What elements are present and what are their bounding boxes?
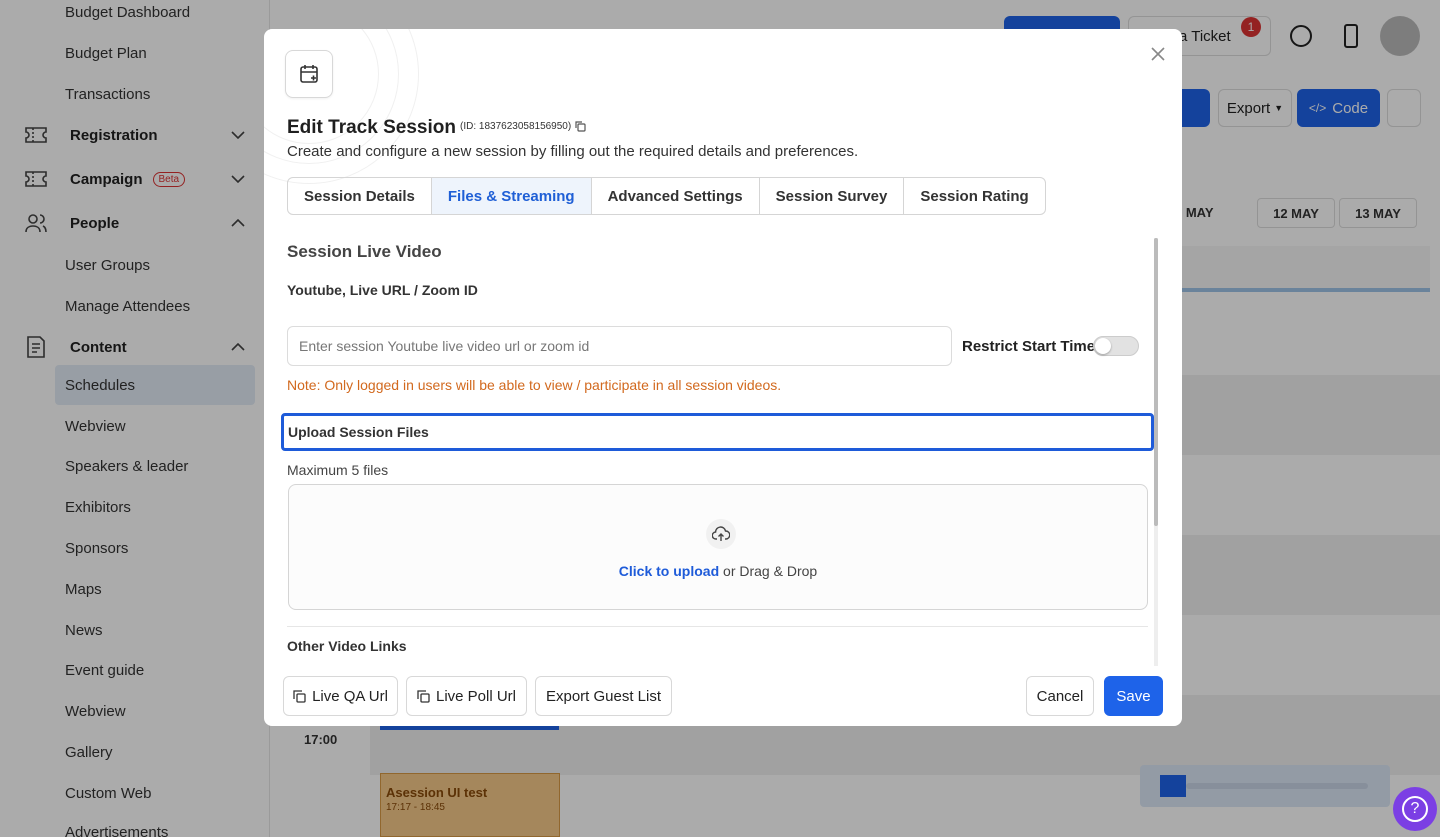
upload-files-label: Upload Session Files bbox=[281, 413, 1154, 451]
restrict-start-time-toggle[interactable] bbox=[1093, 336, 1139, 356]
tab-session-details[interactable]: Session Details bbox=[288, 178, 432, 214]
calendar-plus-icon bbox=[285, 50, 333, 98]
scrollbar-thumb[interactable] bbox=[1154, 238, 1158, 526]
session-id-text: (ID: 1837623058156950) bbox=[460, 121, 572, 132]
section-title: Session Live Video bbox=[287, 242, 442, 261]
modal-subtitle: Create and configure a new session by fi… bbox=[287, 143, 859, 160]
close-icon[interactable] bbox=[1148, 44, 1168, 64]
live-poll-url-label: Live Poll Url bbox=[435, 687, 517, 705]
cloud-upload-icon bbox=[706, 519, 736, 549]
file-dropzone[interactable]: Click to upload or Drag & Drop bbox=[288, 484, 1148, 610]
copy-icon bbox=[293, 689, 306, 703]
drag-drop-text: or Drag & Drop bbox=[719, 563, 818, 579]
save-button[interactable]: Save bbox=[1104, 676, 1163, 716]
session-id: (ID: 1837623058156950) bbox=[460, 121, 586, 132]
live-qa-url-button[interactable]: Live QA Url bbox=[283, 676, 398, 716]
question-icon: ? bbox=[1402, 796, 1428, 822]
other-video-links-label: Other Video Links bbox=[287, 638, 407, 654]
tab-bar: Session Details Files & Streaming Advanc… bbox=[287, 177, 1046, 215]
help-button[interactable]: ? bbox=[1393, 787, 1437, 831]
edit-session-modal: Edit Track Session (ID: 1837623058156950… bbox=[264, 29, 1182, 726]
modal-title: Edit Track Session bbox=[287, 117, 456, 138]
upload-files-label-text: Upload Session Files bbox=[288, 424, 429, 440]
toggle-knob bbox=[1095, 338, 1111, 354]
video-url-label: Youtube, Live URL / Zoom ID bbox=[287, 282, 478, 298]
copy-icon[interactable] bbox=[575, 121, 586, 132]
tab-files-streaming[interactable]: Files & Streaming bbox=[431, 178, 592, 214]
cancel-button[interactable]: Cancel bbox=[1026, 676, 1094, 716]
copy-icon bbox=[417, 689, 430, 703]
video-note: Note: Only logged in users will be able … bbox=[287, 377, 782, 393]
tab-session-survey[interactable]: Session Survey bbox=[760, 178, 905, 214]
restrict-start-time-label: Restrict Start Time bbox=[962, 338, 1096, 355]
tab-session-rating[interactable]: Session Rating bbox=[904, 178, 1044, 214]
click-to-upload-link[interactable]: Click to upload bbox=[619, 563, 719, 579]
max-files-hint: Maximum 5 files bbox=[287, 462, 389, 478]
divider bbox=[287, 626, 1148, 627]
video-url-input[interactable] bbox=[287, 326, 952, 366]
live-poll-url-button[interactable]: Live Poll Url bbox=[406, 676, 527, 716]
live-qa-url-label: Live QA Url bbox=[312, 687, 388, 705]
export-guest-list-button[interactable]: Export Guest List bbox=[535, 676, 672, 716]
upload-text: Click to upload or Drag & Drop bbox=[289, 563, 1147, 579]
tab-advanced-settings[interactable]: Advanced Settings bbox=[592, 178, 760, 214]
